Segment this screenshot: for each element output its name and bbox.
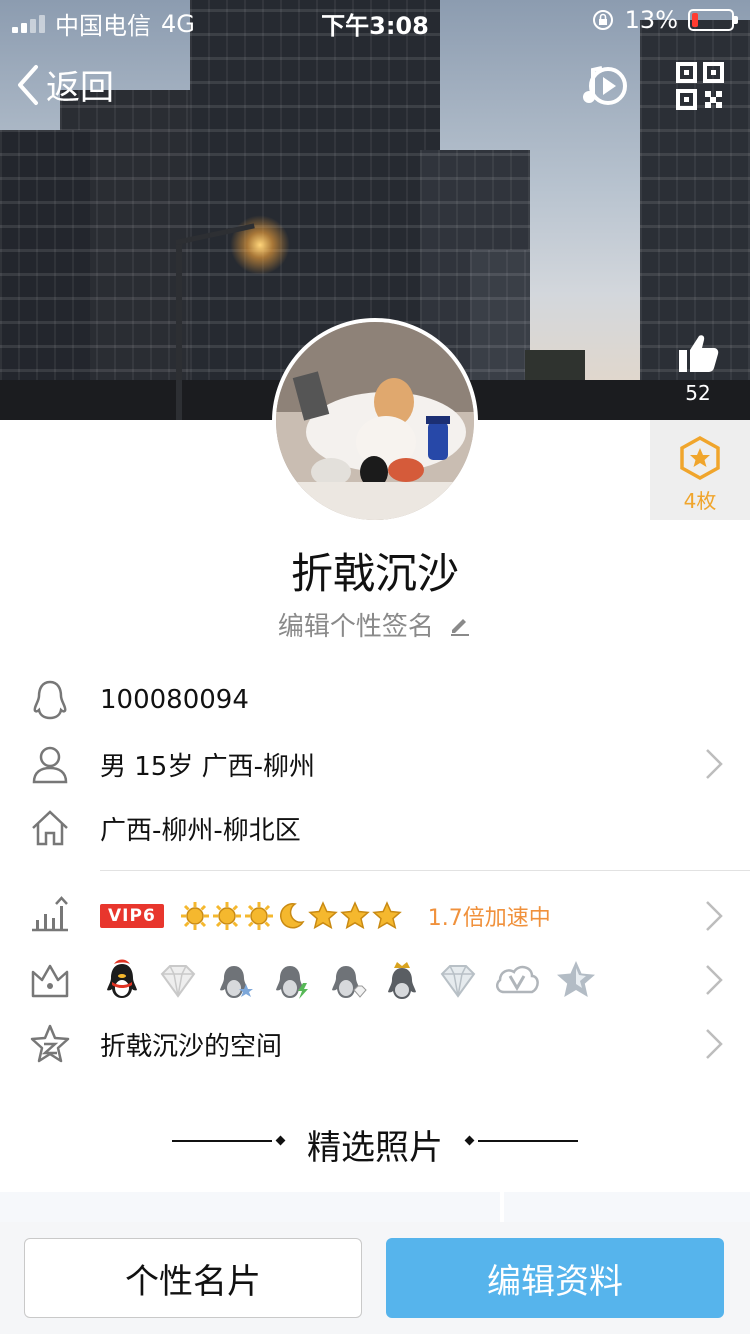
rotation-lock-icon xyxy=(592,10,613,30)
chevron-right-icon xyxy=(706,1029,723,1059)
edit-profile-button[interactable]: 编辑资料 xyxy=(386,1238,724,1318)
badges-row[interactable] xyxy=(0,948,750,1012)
medal-count: 4枚 xyxy=(683,489,717,513)
back-button[interactable]: 返回 xyxy=(14,60,114,109)
street-lamp-pole xyxy=(176,240,182,420)
hometown: 广西-柳州-柳北区 xyxy=(100,815,301,846)
thumbs-up-icon xyxy=(679,335,719,372)
star-icon xyxy=(371,901,402,930)
back-label: 返回 xyxy=(46,68,114,108)
like-count: 52 xyxy=(685,381,711,405)
street-lamp-glow xyxy=(230,215,290,275)
photo-separator xyxy=(500,1192,504,1222)
pencil-icon xyxy=(451,619,470,636)
penguin-gray-bolt-icon xyxy=(276,966,308,999)
battery-percent: 13% xyxy=(624,6,678,34)
diamond-gray-icon xyxy=(160,965,196,998)
signature-edit[interactable]: 编辑个性签名 xyxy=(0,606,750,643)
sun-icon xyxy=(212,902,241,930)
crown-icon xyxy=(31,964,69,998)
section-line-right xyxy=(478,1140,578,1142)
level-chart-icon xyxy=(32,896,68,932)
star-icon xyxy=(339,901,370,930)
hexagon-star-icon xyxy=(680,435,720,481)
cover-building xyxy=(0,130,90,420)
featured-photos-title: 精选照片 xyxy=(307,1128,443,1168)
penguin-gray-diamond-icon xyxy=(332,966,367,998)
qzone-star-icon xyxy=(30,1024,70,1063)
sun-icon xyxy=(180,902,209,930)
penguin-icon xyxy=(33,680,67,720)
medal-button[interactable]: 4枚 xyxy=(650,420,750,520)
like-button[interactable]: 52 xyxy=(668,330,728,405)
cloud-v-icon xyxy=(495,965,539,994)
qr-code-icon[interactable] xyxy=(674,60,726,112)
qq-penguin-red-icon xyxy=(107,959,137,998)
divider xyxy=(100,870,750,871)
basic-info: 男 15岁 广西-柳州 xyxy=(100,751,315,782)
penguin-gray-star-icon xyxy=(220,966,253,998)
avatar-image xyxy=(276,322,474,520)
diamond-gray-2-icon xyxy=(440,965,476,998)
avatar[interactable] xyxy=(272,318,478,524)
status-bar: 中国电信 4G 下午3:08 13% xyxy=(0,0,750,40)
hometown-row: 广西-柳州-柳北区 xyxy=(0,796,750,860)
chevron-right-icon xyxy=(706,901,723,931)
moon-icon xyxy=(279,903,305,929)
badge-list xyxy=(100,958,598,1002)
qq-number: 100080094 xyxy=(100,685,249,715)
user-icon xyxy=(32,746,68,784)
chevron-right-icon xyxy=(706,749,723,779)
qq-number-row: 100080094 xyxy=(0,668,750,732)
star-gray-icon xyxy=(557,961,595,997)
star-icon xyxy=(307,901,338,930)
vip-level-row[interactable]: VIP6 1.7倍加速中 xyxy=(0,884,750,948)
home-icon xyxy=(32,810,68,846)
speed-text: 1.7倍加速中 xyxy=(427,906,551,931)
music-play-icon[interactable] xyxy=(578,60,630,112)
vip-badge: VIP6 xyxy=(100,904,164,928)
chevron-right-icon xyxy=(706,965,723,995)
qzone-label: 折戟沉沙的空间 xyxy=(100,1031,283,1062)
signature-placeholder: 编辑个性签名 xyxy=(277,612,434,642)
battery-icon xyxy=(688,9,738,31)
profile-name: 折戟沉沙 xyxy=(290,549,459,598)
sun-icon xyxy=(244,902,273,930)
profile-card-button[interactable]: 个性名片 xyxy=(24,1238,362,1318)
basic-info-row[interactable]: 男 15岁 广西-柳州 xyxy=(0,732,750,796)
chevron-left-icon xyxy=(18,64,38,105)
featured-photos-strip[interactable] xyxy=(0,1192,750,1222)
qzone-row[interactable]: 折戟沉沙的空间 xyxy=(0,1012,750,1076)
penguin-crown-icon xyxy=(388,962,416,999)
level-icons xyxy=(180,901,402,931)
